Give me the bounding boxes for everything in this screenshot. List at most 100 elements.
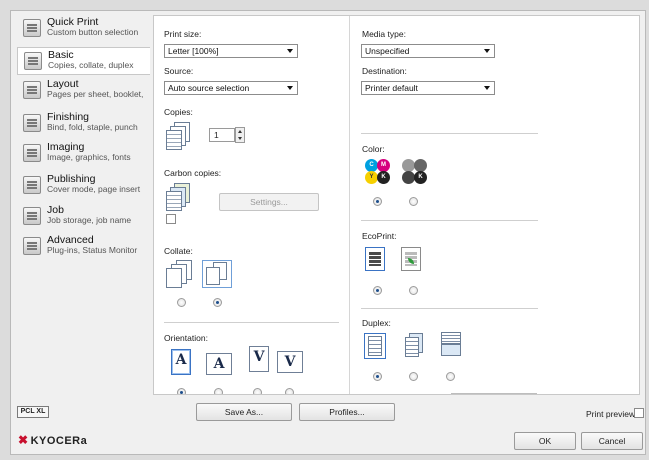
uncollated-radio[interactable] xyxy=(177,298,186,307)
sidebar: Quick Print Custom button selection Basic… xyxy=(17,15,150,395)
mono-black-circle: K xyxy=(414,171,427,184)
duplex-off-icon xyxy=(364,333,386,359)
carbon-copies-label: Carbon copies: xyxy=(164,168,222,178)
sidebar-item-basic[interactable]: Basic Copies, collate, duplex xyxy=(17,47,150,75)
sidebar-item-subtitle: Job storage, job name xyxy=(47,215,132,225)
print-preview-label: Print preview xyxy=(586,409,636,419)
sidebar-item-title: Job xyxy=(47,204,64,216)
landscape-orientation-option[interactable]: A xyxy=(206,353,232,375)
source-select[interactable]: Auto source selection xyxy=(164,81,298,95)
media-type-select[interactable]: Unspecified xyxy=(361,44,495,58)
duplex-label: Duplex: xyxy=(362,318,391,328)
collated-radio[interactable] xyxy=(213,298,222,307)
section-divider xyxy=(361,133,538,134)
column-divider xyxy=(349,16,350,394)
sidebar-item-subtitle: Bind, fold, staple, punch xyxy=(47,122,138,132)
carbon-copies-icon xyxy=(166,183,192,211)
print-size-value: Letter [100%] xyxy=(168,46,219,56)
chevron-down-icon xyxy=(287,86,293,90)
ecoprint-off-icon xyxy=(365,247,385,271)
ecoprint-off-radio[interactable] xyxy=(373,286,382,295)
chevron-down-icon xyxy=(287,49,293,53)
source-value: Auto source selection xyxy=(168,83,250,93)
sidebar-item-subtitle: Pages per sheet, booklet, xyxy=(47,89,144,99)
job-icon xyxy=(23,207,41,225)
black-circle: K xyxy=(377,171,390,184)
sidebar-item-title: Layout xyxy=(47,78,79,90)
ok-button[interactable]: OK xyxy=(514,432,576,450)
kyocera-mark-icon: ✖ xyxy=(18,433,29,447)
landscape-radio[interactable] xyxy=(214,388,223,394)
carbon-copies-checkbox[interactable] xyxy=(166,214,176,224)
print-preview-checkbox[interactable] xyxy=(634,408,644,418)
duplex-off-radio[interactable] xyxy=(373,372,382,381)
portrait-radio[interactable] xyxy=(177,388,186,394)
finishing-icon xyxy=(23,114,41,132)
publishing-icon xyxy=(23,176,41,194)
chevron-down-icon xyxy=(484,49,490,53)
section-divider xyxy=(361,308,538,309)
sidebar-item-title: Imaging xyxy=(47,141,85,153)
sidebar-item-title: Publishing xyxy=(47,173,96,185)
imaging-icon xyxy=(23,144,41,162)
print-size-label: Print size: xyxy=(164,29,202,39)
color-toner-icon: C M Y K xyxy=(364,158,392,186)
collate-label: Collate: xyxy=(164,246,193,256)
sidebar-item-subtitle: Custom button selection xyxy=(47,27,139,37)
chevron-down-icon xyxy=(484,86,490,90)
sidebar-item-subtitle: Copies, collate, duplex xyxy=(48,60,134,70)
monochrome-radio[interactable] xyxy=(409,197,418,206)
profiles-button[interactable]: Profiles... xyxy=(299,403,395,421)
sidebar-item-title: Finishing xyxy=(47,111,90,123)
source-label: Source: xyxy=(164,66,194,76)
orientation-label: Orientation: xyxy=(164,333,208,343)
rotated-portrait-radio[interactable] xyxy=(253,388,262,394)
destination-value: Printer default xyxy=(365,83,418,93)
kyocera-logo: ✖ KYOCERa xyxy=(18,433,87,447)
ecoprint-label: EcoPrint: xyxy=(362,231,397,241)
cancel-button[interactable]: Cancel xyxy=(581,432,643,450)
sidebar-item-advanced[interactable]: Advanced Plug-ins, Status Monitor xyxy=(17,233,150,261)
sidebar-item-job[interactable]: Job Job storage, job name xyxy=(17,203,150,231)
ecoprint-on-radio[interactable] xyxy=(409,286,418,295)
monochrome-toner-icon: K xyxy=(401,158,429,186)
print-size-select[interactable]: Letter [100%] xyxy=(164,44,298,58)
basic-settings-pane: Print size: Letter [100%] Source: Auto s… xyxy=(153,15,640,395)
media-type-value: Unspecified xyxy=(365,46,410,56)
settings-button[interactable]: Settings... xyxy=(219,193,319,211)
portrait-orientation-option[interactable]: A xyxy=(171,349,191,375)
advanced-icon xyxy=(23,237,41,255)
section-divider xyxy=(361,220,538,221)
save-as-button[interactable]: Save As... xyxy=(196,403,292,421)
duplex-short-edge-icon xyxy=(439,332,463,358)
pcl-xl-badge: PCL XL xyxy=(17,406,49,418)
duplex-short-edge-radio[interactable] xyxy=(446,372,455,381)
sidebar-item-publishing[interactable]: Publishing Cover mode, page insert xyxy=(17,172,150,200)
copies-input[interactable]: 1 xyxy=(209,128,235,142)
duplex-long-edge-icon xyxy=(403,333,425,359)
destination-label: Destination: xyxy=(362,66,407,76)
sidebar-item-finishing[interactable]: Finishing Bind, fold, staple, punch xyxy=(17,110,150,138)
copies-spinner[interactable] xyxy=(235,127,245,143)
sidebar-item-layout[interactable]: Layout Pages per sheet, booklet, xyxy=(17,77,150,105)
sidebar-item-subtitle: Plug-ins, Status Monitor xyxy=(47,245,138,255)
rotated-landscape-orientation-option[interactable]: V xyxy=(277,351,303,373)
destination-select[interactable]: Printer default xyxy=(361,81,495,95)
sidebar-item-quick-print[interactable]: Quick Print Custom button selection xyxy=(17,15,150,43)
kyocera-logo-text: KYOCERa xyxy=(30,435,88,447)
rotated-portrait-orientation-option[interactable]: V xyxy=(249,346,269,372)
basic-printer-icon xyxy=(24,52,42,70)
sidebar-item-imaging[interactable]: Imaging Image, graphics, fonts xyxy=(17,140,150,168)
sidebar-item-title: Advanced xyxy=(47,234,94,246)
color-radio[interactable] xyxy=(373,197,382,206)
duplex-long-edge-radio[interactable] xyxy=(409,372,418,381)
color-label: Color: xyxy=(362,144,385,154)
uncollated-icon xyxy=(166,260,196,288)
partially-visible-button[interactable] xyxy=(451,393,537,394)
layout-icon xyxy=(23,81,41,99)
rotated-landscape-radio[interactable] xyxy=(285,388,294,394)
copies-label: Copies: xyxy=(164,107,193,117)
quick-print-icon xyxy=(23,19,41,37)
ecoprint-on-leaf-icon xyxy=(401,247,421,271)
sidebar-item-subtitle: Image, graphics, fonts xyxy=(47,152,131,162)
